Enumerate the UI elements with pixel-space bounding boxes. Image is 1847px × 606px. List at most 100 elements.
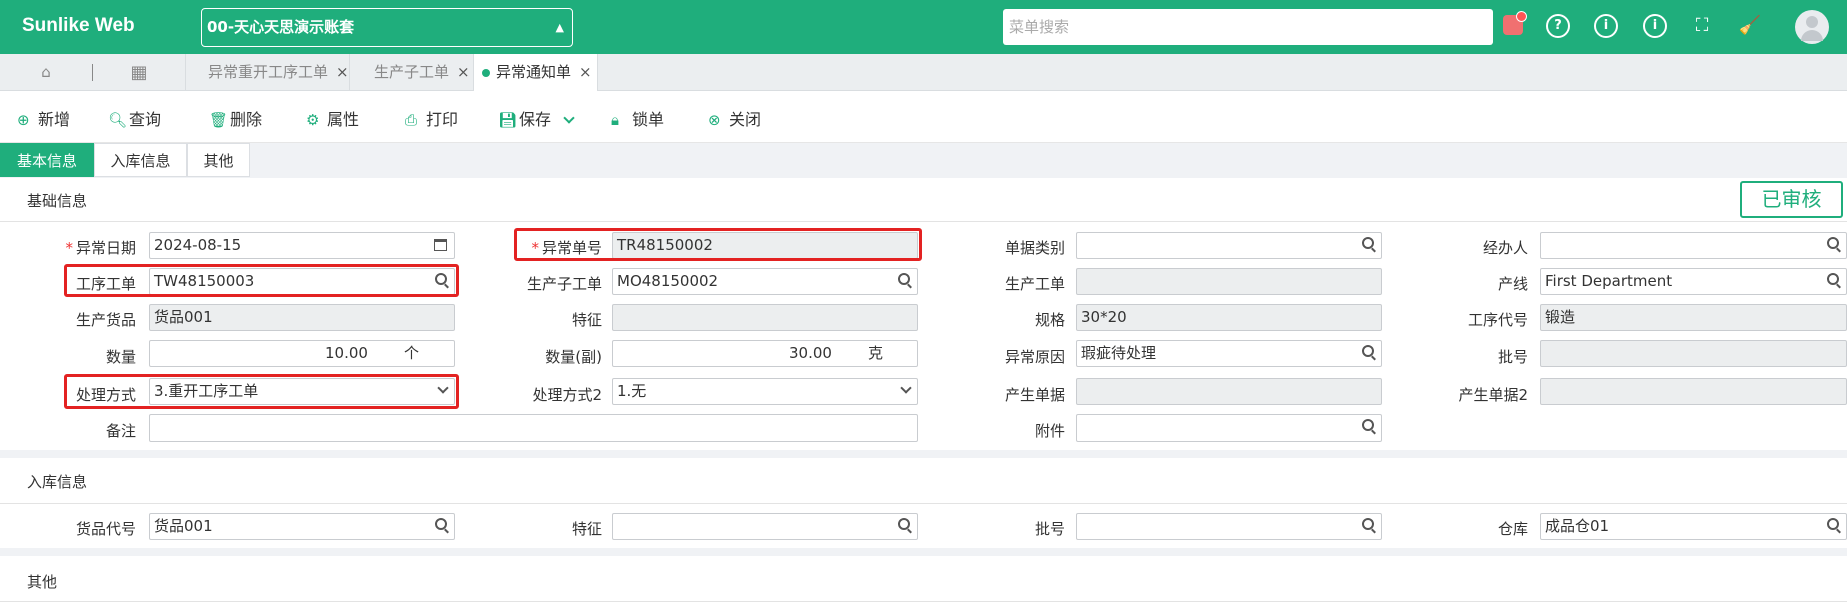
remark-field[interactable] [149,414,918,442]
tab-sub-order[interactable]: 生产子工单 × [350,54,474,91]
method-select[interactable]: 3.重开工序工单 [149,378,455,405]
save-button[interactable]: 💾︎ 保存 [498,106,575,130]
divider [0,221,1847,222]
sub-order-field[interactable]: MO48150002 [612,268,918,295]
exception-date-field[interactable]: 2024-08-15 [149,232,455,259]
warehouse-field[interactable]: 成品仓01 [1540,513,1847,540]
about-icon[interactable]: i [1643,14,1667,38]
help-icon[interactable]: ? [1546,14,1570,38]
broom-icon[interactable]: 🧹 [1738,14,1762,38]
process-order-field[interactable]: TW48150003 [149,268,455,295]
tab-exception-reopen[interactable]: 异常重开工序工单 × [186,54,350,91]
close-icon[interactable]: × [457,63,470,81]
inbound-feature-label: 特征 [571,520,602,538]
proc-code-label: 工序代号 [1467,311,1528,329]
handler-field[interactable] [1540,232,1847,259]
fullscreen-icon[interactable]: ⛶ [1690,14,1714,38]
avatar[interactable] [1795,10,1829,44]
plus-icon: ⊕ [17,111,30,129]
query-label: 查询 [129,110,162,129]
search-icon[interactable] [435,269,447,294]
app-logo: Sunlike Web [22,15,135,36]
search-icon[interactable] [1827,514,1839,539]
tab-label: 生产子工单 [374,63,450,81]
lock-button[interactable]: 🔒︎ 锁单 [611,106,664,130]
method2-value: 1.无 [617,382,647,400]
qty-label: 数量 [105,348,136,366]
search-icon[interactable] [898,514,910,539]
grid-icon[interactable]: ▦ [93,54,186,91]
close-icon[interactable]: × [579,63,592,81]
gear-icon: ⚙ [306,111,320,129]
warehouse-label: 仓库 [1497,520,1528,538]
search-icon[interactable] [1362,514,1374,539]
gen-doc-field [1076,378,1382,405]
tab-other[interactable]: 其他 [187,143,250,177]
line-field[interactable]: First Department [1540,268,1847,295]
print-label: 打印 [426,110,459,129]
close-label: 关闭 [729,110,762,129]
properties-button[interactable]: ⚙ 属性 [306,106,359,130]
search-icon[interactable] [1827,233,1839,258]
delete-button[interactable]: 🗑︎ 删除 [209,106,262,130]
top-bar: Sunlike Web 00-天心天思演示账套 ▲ 菜单搜索 ? i i ⛶ 🧹 [0,0,1847,54]
search-icon[interactable] [435,514,447,539]
calendar-icon[interactable] [434,233,447,258]
goods-code-field[interactable]: 货品001 [149,513,455,540]
qty2-field[interactable]: 30.00 克 [612,340,918,367]
save-label: 保存 [519,110,552,129]
account-selector[interactable]: 00-天心天思演示账套 ▲ [201,8,573,47]
spec-label: 规格 [1034,311,1065,329]
info-icon[interactable]: i [1594,14,1618,38]
attach-field[interactable] [1076,414,1382,442]
qty-value: 10.00 [325,344,368,362]
method-label: 处理方式 [75,386,136,404]
line-label: 产线 [1497,275,1528,293]
goods-code-value: 货品001 [154,517,213,535]
spec-value: 30*20 [1081,308,1127,326]
sub-order-value: MO48150002 [617,272,719,290]
exception-no-field[interactable]: TR48150002 [612,232,918,259]
tab-exception-notice[interactable]: 异常通知单 × [474,54,598,91]
qty2-label: 数量(副) [545,348,602,366]
properties-label: 属性 [327,110,360,129]
doc-category-field[interactable] [1076,232,1382,259]
reason-field[interactable]: 瑕疵待处理 [1076,340,1382,367]
tab-basic-info[interactable]: 基本信息 [0,143,94,177]
printer-icon: ⎙ [405,111,418,129]
close-button[interactable]: ⊗ 关闭 [708,106,761,130]
search-icon[interactable] [898,269,910,294]
exception-no-label: * 异常单号 [531,239,602,257]
search-icon[interactable] [1362,341,1374,366]
toolbar: ⊕ 新增 🔍︎ 查询 🗑︎ 删除 ⚙ 属性 ⎙ 打印 💾︎ 保存 🔒︎ 锁单 ⊗ 关闭 [0,91,1847,143]
print-button[interactable]: ⎙ 打印 [405,106,458,130]
notification-icon[interactable] [1503,11,1527,35]
close-icon[interactable]: × [336,63,349,81]
chevron-down-icon[interactable] [563,110,575,129]
add-button[interactable]: ⊕ 新增 [17,106,70,130]
menu-search-input[interactable]: 菜单搜索 [1003,9,1493,45]
inbound-feature-field[interactable] [612,513,918,540]
method2-select[interactable]: 1.无 [612,378,918,405]
account-name: 00-天心天思演示账套 [207,18,355,36]
chevron-down-icon[interactable] [900,379,912,404]
search-icon[interactable] [1362,415,1374,440]
home-icon[interactable]: ⌂ [0,54,92,91]
inbound-batch-field[interactable] [1076,513,1382,540]
reason-value: 瑕疵待处理 [1081,344,1157,362]
tab-label: 异常重开工序工单 [208,63,329,81]
query-button[interactable]: 🔍︎ 查询 [108,106,161,130]
trash-icon: 🗑︎ [209,111,229,129]
inbound-batch-label: 批号 [1034,520,1065,538]
method-value: 3.重开工序工单 [154,382,259,400]
search-icon[interactable] [1362,233,1374,258]
qty2-unit: 克 [868,344,884,362]
qty-field[interactable]: 10.00 个 [149,340,455,367]
search-icon[interactable] [1827,269,1839,294]
other-title: 其他 [27,573,58,591]
section-tabs: 基本信息 入库信息 其他 [0,143,1847,178]
chevron-down-icon[interactable] [437,379,449,404]
attach-label: 附件 [1034,422,1065,440]
process-order-value: TW48150003 [154,272,255,290]
tab-inbound-info[interactable]: 入库信息 [94,143,187,177]
